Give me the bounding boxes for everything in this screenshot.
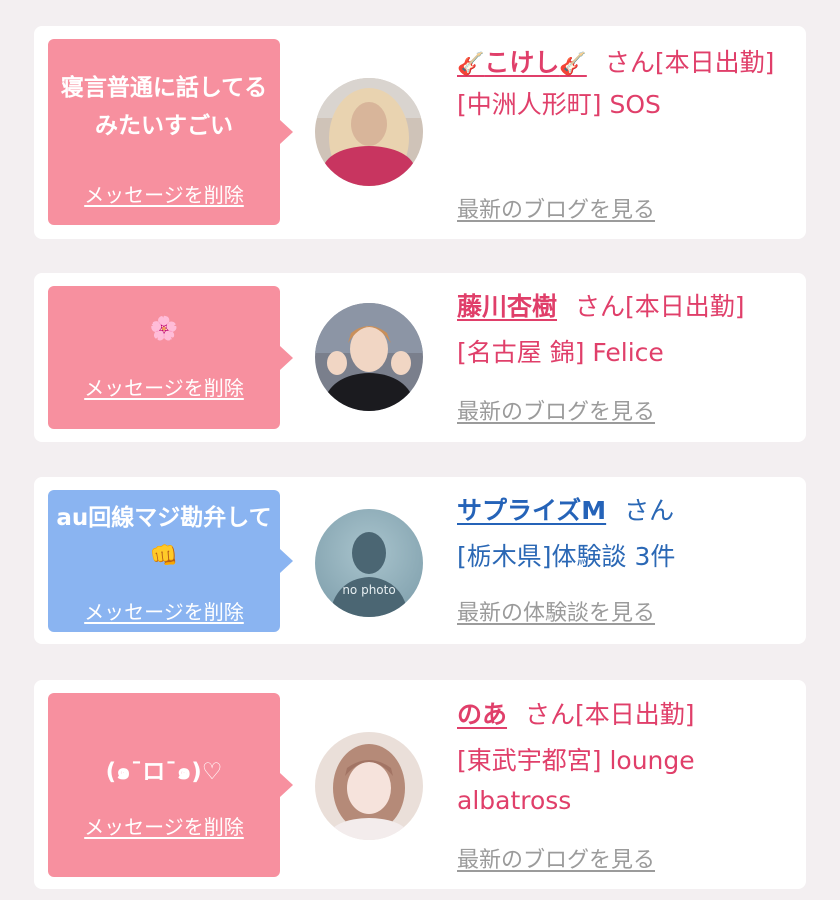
cast-name-link[interactable]: 🎸こけし🎸 xyxy=(457,48,587,77)
message-bubble: au回線マジ勘弁して👊 メッセージを削除 xyxy=(48,490,293,632)
latest-blog-link[interactable]: 最新のブログを見る xyxy=(457,842,655,874)
delete-message-link[interactable]: メッセージを削除 xyxy=(48,811,280,840)
latest-blog-link[interactable]: 最新のブログを見る xyxy=(457,192,655,224)
message-card: 🌸 メッセージを削除 藤川杏樹 さん[本日出勤] [名古屋 錦] Felice 最… xyxy=(34,273,806,442)
message-list: 寝言普通に話してるみたいすごい メッセージを削除 🎸こけし🎸 さん[本日出勤] [… xyxy=(0,0,840,900)
delete-message-link[interactable]: メッセージを削除 xyxy=(48,179,280,208)
cast-info: サプライズM さん [栃木県]体験談 3件 xyxy=(457,491,797,577)
message-bubble: 寝言普通に話してるみたいすごい メッセージを削除 xyxy=(48,39,293,225)
cast-name-link[interactable]: のあ xyxy=(457,700,507,729)
cast-info: のあ さん[本日出勤] [東武宇都宮] lounge albatross xyxy=(457,695,797,821)
message-text: au回線マジ勘弁して👊 xyxy=(56,505,272,569)
cast-name-link[interactable]: サプライズM xyxy=(457,496,606,525)
delete-message-link[interactable]: メッセージを削除 xyxy=(48,372,280,401)
message-card: (๑¯ロ¯๑)♡ メッセージを削除 のあ さん[本日出勤] [東武宇都宮] lou… xyxy=(34,680,806,889)
guitar-icon: 🎸 xyxy=(559,52,587,77)
status-text: さん xyxy=(624,496,675,525)
cast-name-link[interactable]: 藤川杏樹 xyxy=(457,292,557,321)
message-card: au回線マジ勘弁して👊 メッセージを削除 no photo サプライズM さん [… xyxy=(34,477,806,644)
status-text: さん[本日出勤] xyxy=(525,700,695,729)
message-bubble: (๑¯ロ¯๑)♡ メッセージを削除 xyxy=(48,693,293,877)
avatar[interactable] xyxy=(315,303,423,411)
status-text: さん[本日出勤] xyxy=(575,292,745,321)
latest-review-link[interactable]: 最新の体験談を見る xyxy=(457,595,655,627)
shop-text: [東武宇都宮] lounge albatross xyxy=(457,746,695,815)
avatar[interactable] xyxy=(315,78,423,186)
shop-text: [名古屋 錦] Felice xyxy=(457,338,664,367)
message-text: 🌸 xyxy=(149,316,179,342)
latest-blog-link[interactable]: 最新のブログを見る xyxy=(457,394,655,426)
message-bubble: 🌸 メッセージを削除 xyxy=(48,286,293,429)
no-photo-label: no photo xyxy=(342,583,395,597)
status-text: さん[本日出勤] xyxy=(604,48,775,77)
avatar[interactable]: no photo xyxy=(315,509,423,617)
delete-message-link[interactable]: メッセージを削除 xyxy=(48,596,280,625)
message-card: 寝言普通に話してるみたいすごい メッセージを削除 🎸こけし🎸 さん[本日出勤] [… xyxy=(34,26,806,239)
cast-info: 🎸こけし🎸 さん[本日出勤] [中洲人形町] SOS xyxy=(457,43,797,125)
message-text: (๑¯ロ¯๑)♡ xyxy=(105,759,223,785)
guitar-icon: 🎸 xyxy=(457,52,485,77)
shop-text: [中洲人形町] SOS xyxy=(457,90,661,119)
cast-info: 藤川杏樹 さん[本日出勤] [名古屋 錦] Felice xyxy=(457,287,797,373)
message-text: 寝言普通に話してるみたいすごい xyxy=(60,75,268,139)
avatar[interactable] xyxy=(315,732,423,840)
shop-text: [栃木県]体験談 3件 xyxy=(457,542,676,571)
